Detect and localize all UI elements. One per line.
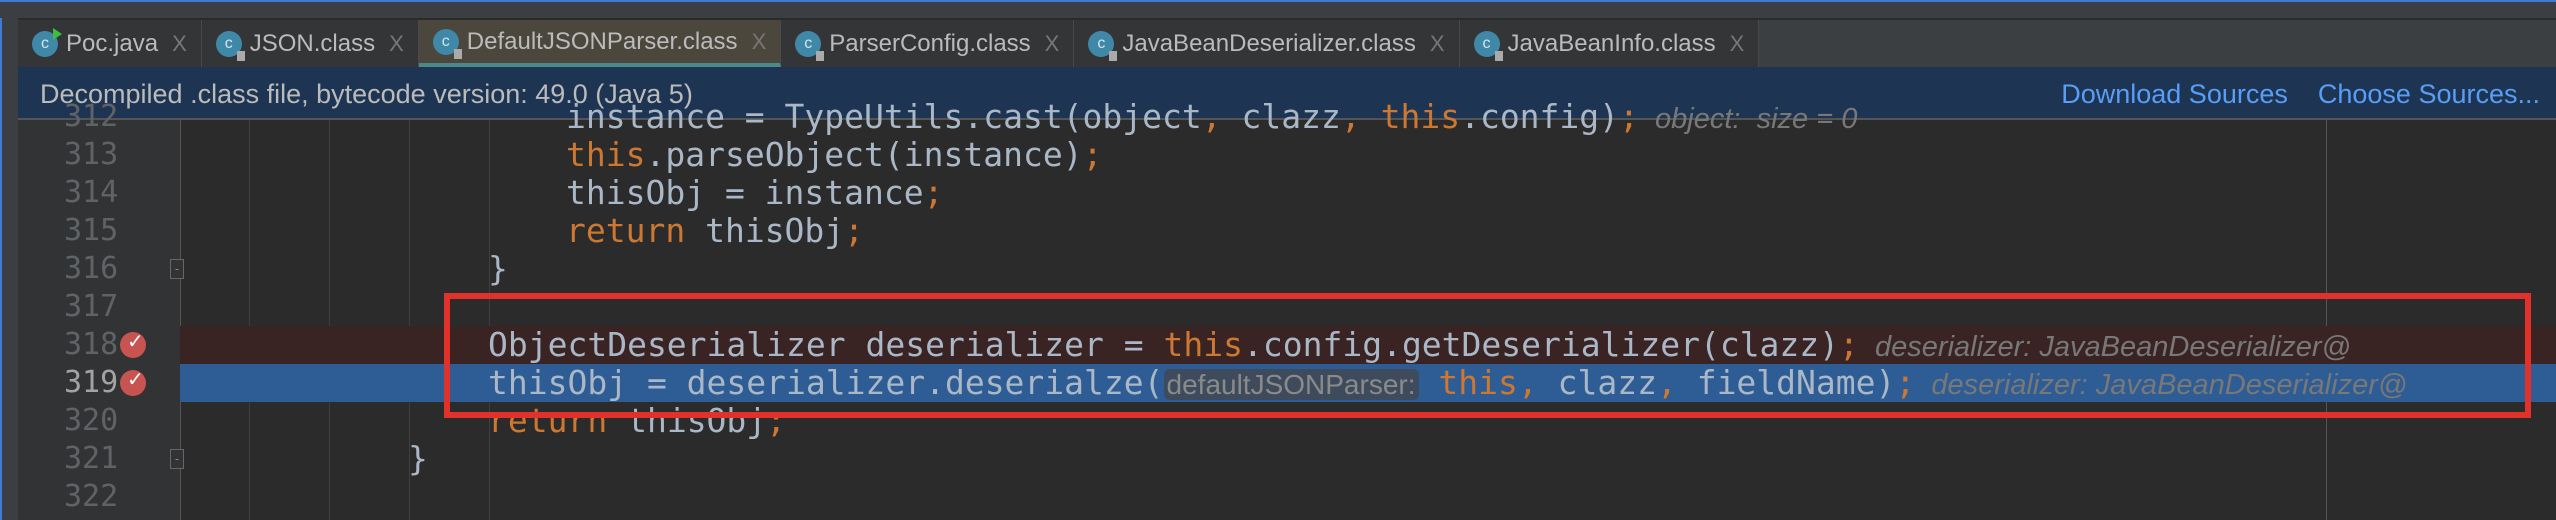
class-locked-icon: c <box>215 30 245 61</box>
code-token: thisObj <box>685 211 845 250</box>
code-line-318[interactable]: 318 ✓ ObjectDeserializer deserializer = th… <box>64 326 2556 366</box>
line-number: 317 <box>64 289 119 324</box>
keyword-token: , <box>1517 363 1538 402</box>
tab-label: Poc.java <box>66 29 159 57</box>
keyword-token: this <box>566 135 646 174</box>
code-token: instance = TypeUtils.cast(object <box>566 97 1202 136</box>
keyword-token: this <box>1360 97 1461 136</box>
tab-javabeandeserializer-class[interactable]: c JavaBeanDeserializer.class X <box>1074 20 1460 67</box>
code-text: thisObj = deserializer.deserialze(defaul… <box>488 364 2407 404</box>
class-locked-icon: c <box>432 28 462 59</box>
line-number: 321 <box>64 441 119 476</box>
code-text: instance = TypeUtils.cast(object, clazz,… <box>566 98 1857 138</box>
code-line-320[interactable]: 320 return thisObj; <box>0 402 2556 440</box>
keyword-token: ; <box>1839 325 1859 364</box>
line-number: 313 <box>64 137 119 172</box>
code-text: ObjectDeserializer deserializer = this.c… <box>488 326 2351 366</box>
breakpoint-icon[interactable]: ✓ <box>120 329 146 358</box>
fold-icon[interactable]: - <box>170 259 184 279</box>
code-token: .config) <box>1460 97 1620 136</box>
code-line-314[interactable]: 314 thisObj = instance; <box>0 174 2556 212</box>
tab-label: DefaultJSONParser.class <box>466 27 738 55</box>
line-number: 314 <box>64 175 119 210</box>
class-locked-icon: c <box>1473 30 1503 61</box>
code-token: clazz <box>1221 97 1341 136</box>
debug-value-hint: deserializer: JavaBeanDeserializer@ <box>1915 369 2408 401</box>
java-class-run-icon: c <box>32 27 62 57</box>
breakpoint-icon[interactable]: ✓ <box>120 367 146 396</box>
class-locked-icon: c <box>1088 30 1118 61</box>
code-token: fieldName) <box>1676 363 1896 402</box>
keyword-token: , <box>1656 363 1677 402</box>
tab-defaultjsonparser-class[interactable]: c DefaultJSONParser.class X <box>418 20 782 67</box>
code-token: clazz <box>1537 363 1657 402</box>
code-text: this.parseObject(instance); <box>566 136 1102 174</box>
tab-label: ParserConfig.class <box>829 29 1031 57</box>
keyword-token: , <box>1340 97 1361 136</box>
code-text: } <box>408 440 428 478</box>
title-toolbar <box>0 0 2556 18</box>
close-tab-icon[interactable]: X <box>389 31 404 57</box>
code-text: } <box>488 250 508 288</box>
class-locked-icon: c <box>795 30 825 61</box>
keyword-token: ; <box>766 401 787 440</box>
code-token: thisObj <box>607 401 767 440</box>
keyword-token: this <box>1163 325 1243 364</box>
code-line-315[interactable]: 315 return thisObj; <box>0 212 2556 250</box>
code-line-321[interactable]: 321 -} <box>0 440 2556 478</box>
tab-label: JSON.class <box>249 29 376 57</box>
keyword-token: return <box>566 211 686 250</box>
code-token: thisObj = deserializer.deserialze( <box>488 363 1164 402</box>
parameter-hint: defaultJSONParser: <box>1163 369 1419 400</box>
close-tab-icon[interactable]: X <box>1430 31 1445 57</box>
line-number: 316 <box>64 251 119 286</box>
tab-label: JavaBeanInfo.class <box>1507 29 1716 57</box>
tab-javabeaninfo-class[interactable]: c JavaBeanInfo.class X <box>1459 20 1760 67</box>
close-tab-icon[interactable]: X <box>1730 31 1745 57</box>
keyword-token: ; <box>1619 97 1639 136</box>
code-token: .parseObject(instance) <box>645 135 1083 174</box>
editor-tabs: c Poc.java Xc JSON.class Xc DefaultJSONParser… <box>18 20 2556 67</box>
close-tab-icon[interactable]: X <box>172 31 187 57</box>
keyword-token: ; <box>1082 135 1103 174</box>
debug-value-hint: object: size = 0 <box>1638 103 1858 135</box>
keyword-token: ; <box>844 211 865 250</box>
code-token: thisObj = instance <box>566 173 924 212</box>
code-text: thisObj = instance; <box>566 174 944 212</box>
line-number: 322 <box>64 479 119 514</box>
code-token: } <box>408 439 428 478</box>
code-token: .config.getDeserializer(clazz) <box>1243 325 1840 364</box>
line-number: 318 <box>64 327 119 362</box>
close-tab-icon[interactable]: X <box>1045 31 1060 57</box>
line-number: 319 <box>64 365 119 400</box>
line-number: 312 <box>64 99 119 134</box>
keyword-token: , <box>1201 97 1222 136</box>
code-token: } <box>488 249 508 288</box>
tab-label: JavaBeanDeserializer.class <box>1122 29 1416 57</box>
code-line-319[interactable]: 319 ✓ thisObj = deserializer.deserialze(de… <box>64 364 2556 404</box>
code-line-316[interactable]: 316 -} <box>0 250 2556 288</box>
tab-parserconfig-class[interactable]: c ParserConfig.class X <box>781 20 1075 67</box>
keyword-token: this <box>1418 363 1518 402</box>
debug-value-hint: deserializer: JavaBeanDeserializer@ <box>1858 331 2351 363</box>
keyword-token: ; <box>1895 363 1916 402</box>
code-line-313[interactable]: 313 this.parseObject(instance); <box>0 136 2556 174</box>
keyword-token: return <box>488 401 608 440</box>
tab-json-class[interactable]: c JSON.class X <box>201 20 419 67</box>
code-text: return thisObj; <box>566 212 864 250</box>
fold-icon[interactable]: - <box>170 449 184 469</box>
code-text: return thisObj; <box>488 402 786 440</box>
code-line-312[interactable]: 312 instance = TypeUtils.cast(object, cla… <box>0 98 2556 136</box>
line-number: 315 <box>64 213 119 248</box>
keyword-token: ; <box>923 173 944 212</box>
tab-poc-java[interactable]: c Poc.java X <box>18 20 202 67</box>
code-token: ObjectDeserializer deserializer = <box>488 325 1164 364</box>
code-line-322[interactable]: 322 <box>0 478 2556 516</box>
close-tab-icon[interactable]: X <box>752 29 767 55</box>
code-line-317[interactable]: 317 <box>0 288 2556 326</box>
line-number: 320 <box>64 403 119 438</box>
